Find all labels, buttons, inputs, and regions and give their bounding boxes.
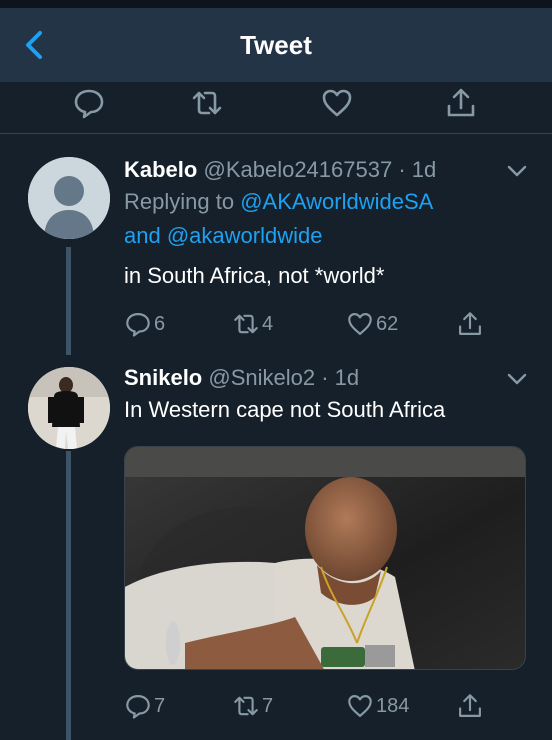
like-button[interactable]: 184 — [346, 689, 409, 723]
like-icon — [348, 313, 372, 335]
and-text: and — [124, 223, 161, 248]
like-count: 184 — [376, 694, 410, 717]
timestamp: · 1d — [398, 157, 437, 182]
share-button[interactable] — [456, 689, 484, 723]
reply-icon — [126, 695, 150, 719]
main-tweet-actions — [0, 82, 552, 134]
retweet-icon — [234, 314, 258, 334]
mention-link[interactable]: @akaworldwide — [167, 223, 323, 248]
share-icon[interactable] — [444, 86, 478, 120]
page-title: Tweet — [240, 30, 312, 60]
user-photo — [28, 367, 110, 449]
like-button[interactable]: 62 — [346, 307, 398, 341]
user-handle: @Snikelo2 — [208, 365, 316, 390]
photo-image — [125, 447, 525, 669]
reply-button[interactable]: 6 — [124, 307, 165, 341]
reply-tweet[interactable]: Kabelo @Kabelo24167537 · 1d Replying to … — [0, 135, 552, 355]
default-avatar-icon — [28, 157, 110, 239]
like-icon — [348, 695, 372, 717]
tweet-photo[interactable] — [124, 446, 526, 670]
share-icon — [459, 312, 481, 335]
retweet-count: 4 — [262, 312, 274, 335]
chevron-down-icon[interactable] — [506, 371, 528, 387]
top-bar: Tweet — [0, 8, 552, 82]
like-count: 62 — [376, 312, 399, 335]
retweet-button[interactable]: 7 — [232, 689, 273, 723]
reply-button[interactable]: 7 — [124, 689, 165, 723]
retweet-count: 7 — [262, 694, 274, 717]
replying-to: Replying to @AKAworldwideSA and @akaworl… — [124, 185, 524, 253]
reply-icon — [126, 313, 150, 337]
author-line: Snikelo @Snikelo2 · 1d — [124, 365, 359, 391]
tweet-text: In Western cape not South Africa — [124, 397, 446, 422]
timestamp: · 1d — [321, 365, 360, 390]
reply-count: 7 — [154, 694, 166, 717]
retweet-button[interactable]: 4 — [232, 307, 273, 341]
chevron-down-icon[interactable] — [506, 163, 528, 179]
tweet-actions: 7 7 184 — [124, 689, 524, 723]
user-handle: @Kabelo24167537 — [203, 157, 393, 182]
display-name[interactable]: Snikelo — [124, 365, 202, 390]
status-bar — [0, 0, 552, 8]
avatar[interactable] — [28, 157, 110, 239]
share-button[interactable] — [456, 307, 484, 341]
reply-icon[interactable] — [72, 86, 106, 120]
display-name[interactable]: Kabelo — [124, 157, 197, 182]
retweet-icon[interactable] — [190, 86, 224, 120]
author-line: Kabelo @Kabelo24167537 · 1d — [124, 157, 436, 183]
tweet-actions: 6 4 62 — [124, 307, 524, 341]
thread-line — [66, 451, 71, 740]
like-icon[interactable] — [320, 86, 354, 120]
retweet-icon — [234, 696, 258, 716]
mention-link[interactable]: @AKAworldwideSA — [240, 189, 433, 214]
avatar[interactable] — [28, 367, 110, 449]
share-icon — [459, 694, 481, 717]
thread-line — [66, 247, 71, 355]
reply-count: 6 — [154, 312, 166, 335]
replying-prefix: Replying to — [124, 189, 235, 214]
tweet-text: in South Africa, not *world* — [124, 263, 385, 288]
